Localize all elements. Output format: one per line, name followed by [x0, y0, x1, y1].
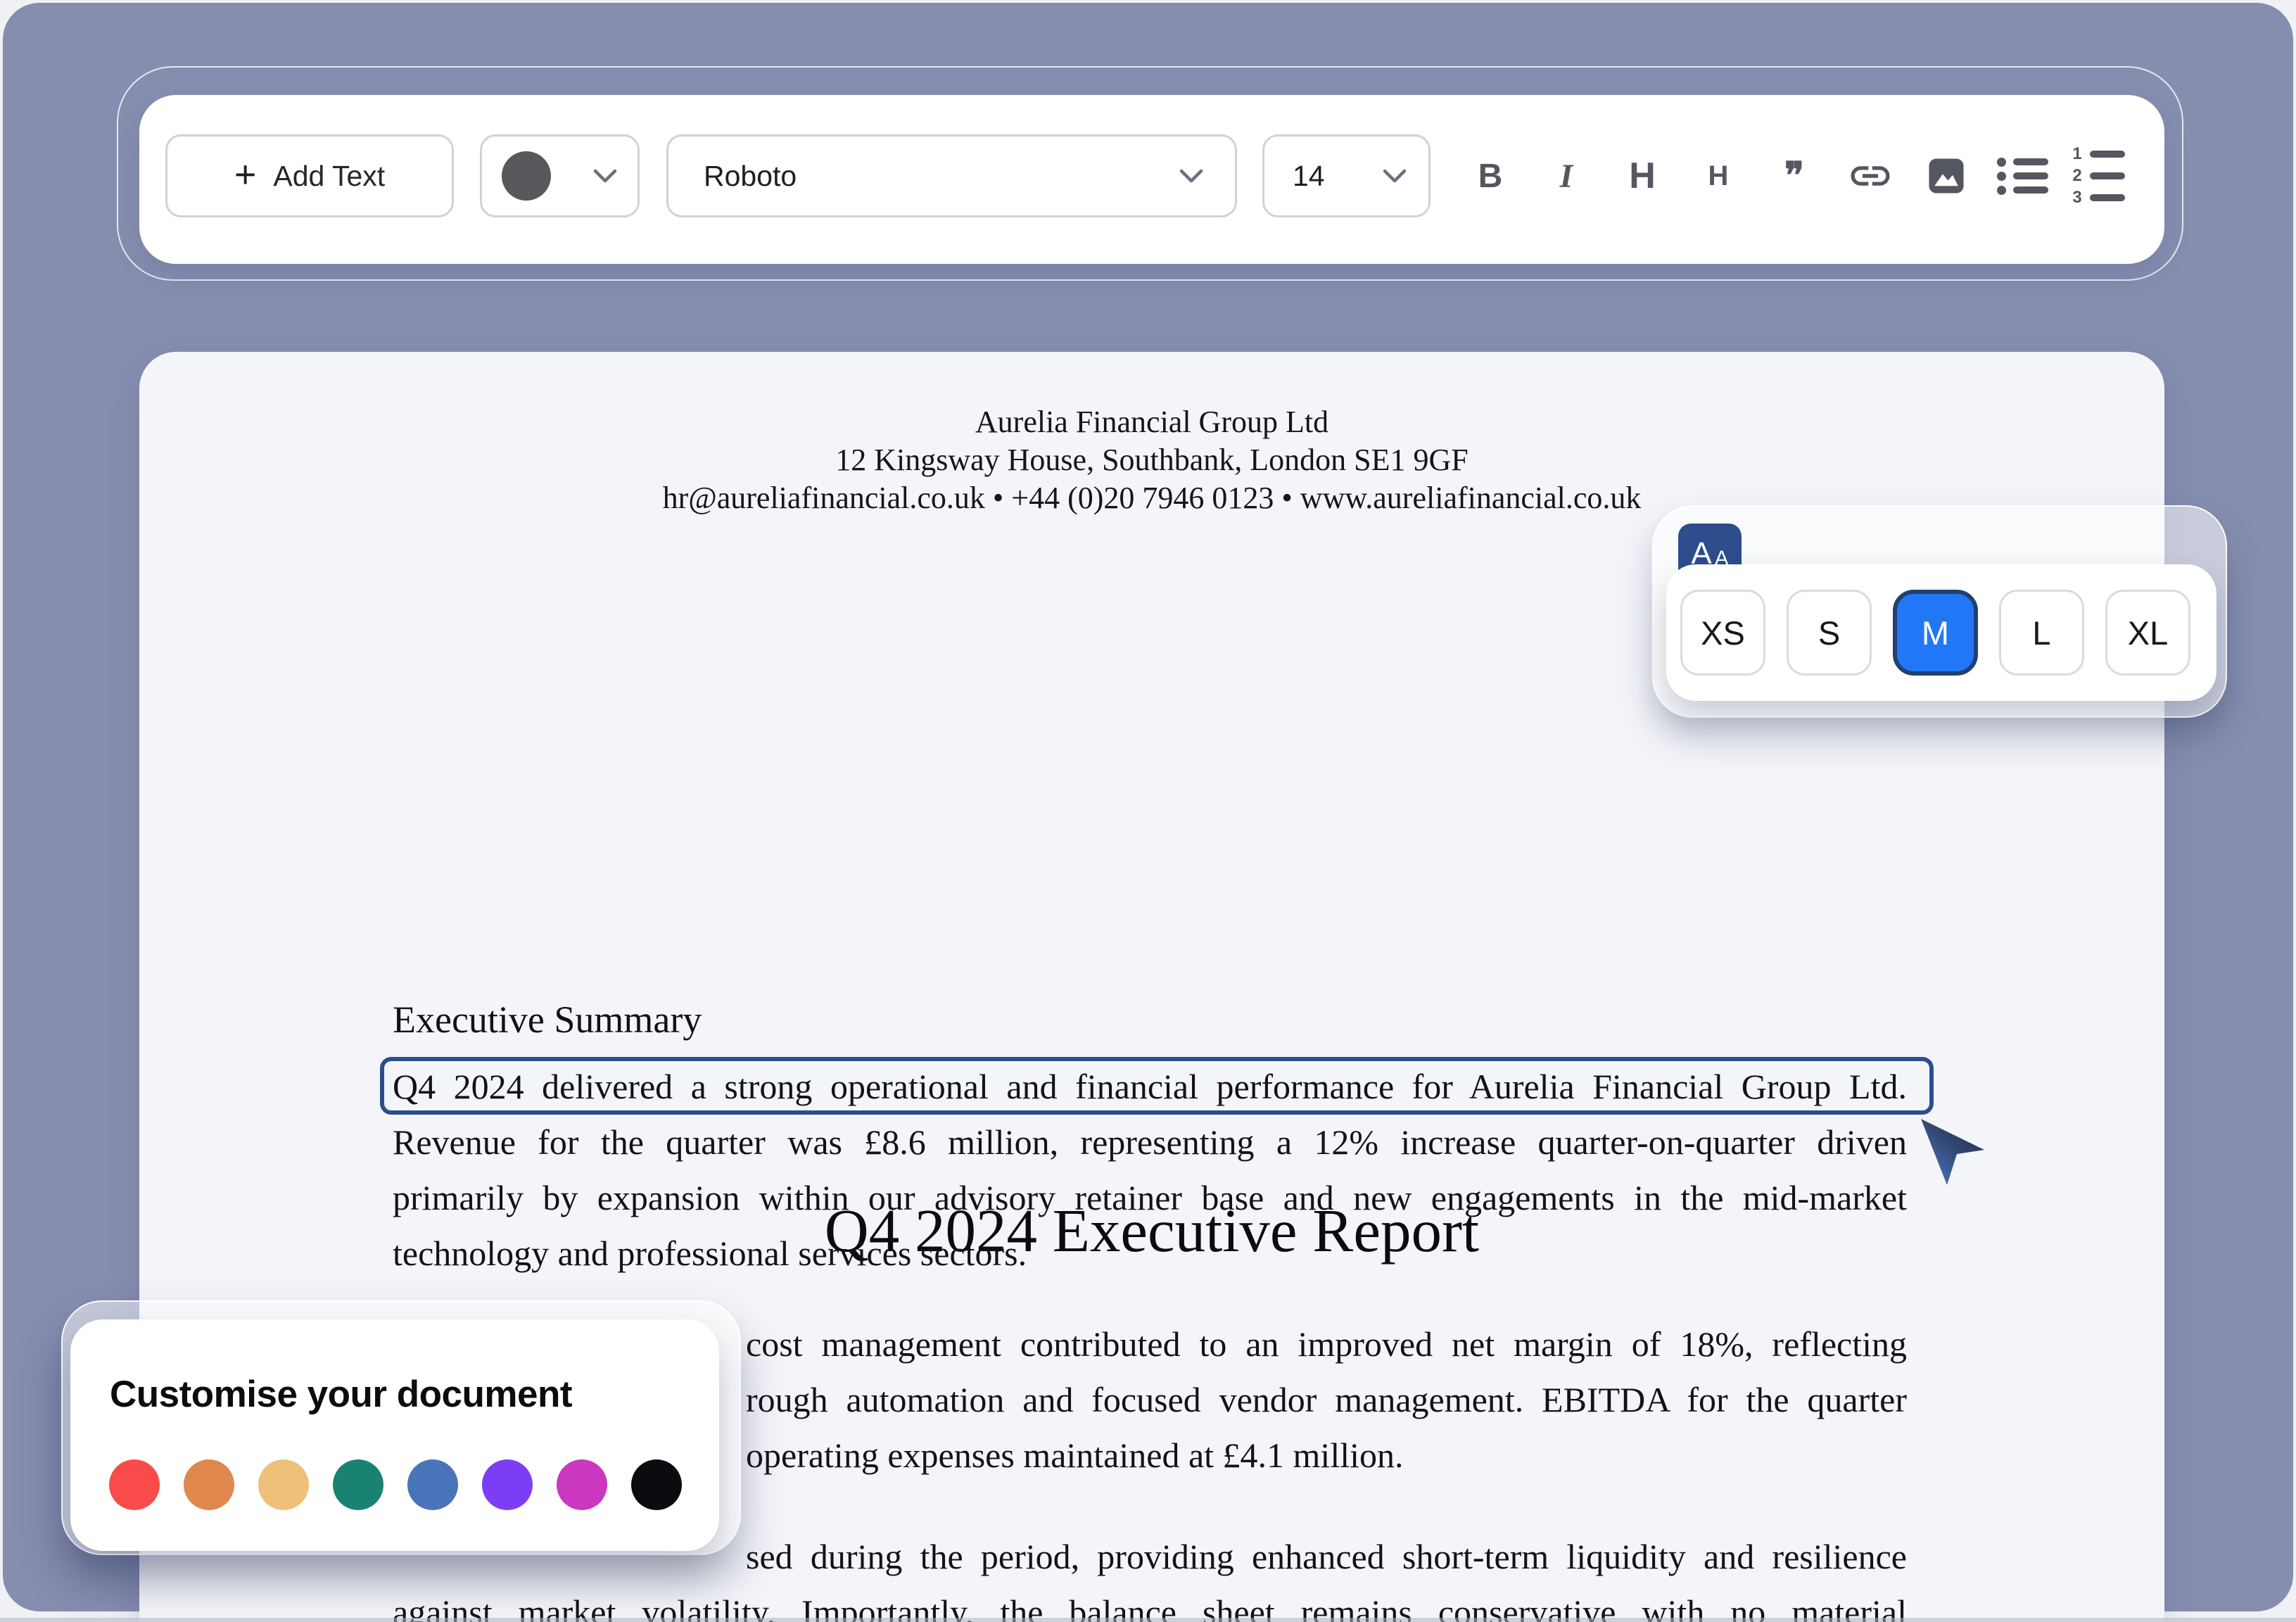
plus-icon: + — [234, 156, 257, 194]
swatch-tan[interactable] — [258, 1459, 309, 1510]
size-options-card: XS S M L XL — [1666, 564, 2216, 701]
font-size-value: 14 — [1293, 160, 1325, 193]
app-canvas: + Add Text Roboto 14 B I H H ❞ — [0, 0, 2296, 1622]
chevron-down-icon — [592, 168, 618, 184]
size-option-xl[interactable]: XL — [2105, 590, 2190, 676]
paragraph-line: Revenue for the quarter was £8.6 million… — [393, 1114, 1907, 1170]
font-size-dropdown[interactable]: 14 — [1262, 134, 1431, 217]
swatch-blue[interactable] — [407, 1459, 458, 1510]
customise-popup-title: Customise your document — [110, 1373, 572, 1416]
image-icon — [1924, 154, 1968, 198]
italic-button[interactable]: I — [1537, 144, 1596, 208]
customise-popup: Customise your document — [70, 1319, 719, 1551]
bullet-list-icon — [1997, 158, 2048, 195]
selected-sentence[interactable]: Q4 2024 delivered a strong operational a… — [393, 1058, 1907, 1115]
bold-button[interactable]: B — [1461, 144, 1520, 208]
size-option-l[interactable]: L — [1999, 590, 2084, 676]
chevron-down-icon — [1179, 168, 1204, 184]
company-address: 12 Kingsway House, Southbank, London SE1… — [139, 442, 2164, 479]
mouse-cursor-icon — [1920, 1117, 1986, 1186]
font-family-value: Roboto — [704, 160, 797, 193]
paragraph-line: primarily by expansion within our adviso… — [393, 1170, 1907, 1226]
paragraph-line-partial: cost management contributed to an improv… — [746, 1316, 1907, 1372]
size-option-s[interactable]: S — [1787, 590, 1872, 676]
text-color-dropdown[interactable] — [480, 134, 640, 217]
swatch-red[interactable] — [109, 1459, 160, 1510]
add-text-label: Add Text — [273, 160, 385, 193]
link-button[interactable] — [1841, 144, 1900, 208]
numbered-list-button[interactable]: 1 2 3 — [2069, 144, 2128, 208]
heading-large-button[interactable]: H — [1613, 144, 1672, 208]
insert-image-button[interactable] — [1917, 144, 1976, 208]
size-option-m[interactable]: M — [1893, 590, 1978, 676]
paragraph-line-partial: sed during the period, providing enhance… — [746, 1528, 1907, 1585]
bottom-edge-line — [0, 1618, 2296, 1622]
format-toolbar: B I H H ❞ — [1461, 134, 2128, 217]
swatch-magenta[interactable] — [557, 1459, 607, 1510]
heading-small-button[interactable]: H — [1689, 144, 1748, 208]
swatch-orange[interactable] — [184, 1459, 234, 1510]
swatch-teal[interactable] — [333, 1459, 383, 1510]
chevron-down-icon — [1382, 168, 1407, 184]
paragraph-line: against market volatility. Importantly, … — [393, 1584, 1907, 1622]
bullet-list-button[interactable] — [1993, 144, 2052, 208]
swatch-black[interactable] — [631, 1459, 682, 1510]
company-name: Aurelia Financial Group Ltd — [139, 404, 2164, 441]
link-icon — [1847, 153, 1894, 199]
paragraph-line-partial: operating expenses maintained at £4.1 mi… — [746, 1427, 1907, 1483]
toolbar: + Add Text Roboto 14 B I H H ❞ — [139, 95, 2164, 264]
font-family-dropdown[interactable]: Roboto — [666, 134, 1237, 217]
paragraph-line: technology and professional services sec… — [393, 1225, 1907, 1281]
numbered-list-icon: 1 2 3 — [2072, 146, 2125, 206]
current-color-swatch — [502, 151, 551, 201]
paragraph-line-partial: rough automation and focused vendor mana… — [746, 1371, 1907, 1428]
swatch-violet[interactable] — [482, 1459, 533, 1510]
section-heading: Executive Summary — [393, 998, 702, 1041]
colour-swatch-row — [109, 1459, 682, 1510]
blockquote-button[interactable]: ❞ — [1765, 144, 1824, 208]
size-option-xs[interactable]: XS — [1680, 590, 1765, 676]
add-text-button[interactable]: + Add Text — [165, 134, 454, 217]
